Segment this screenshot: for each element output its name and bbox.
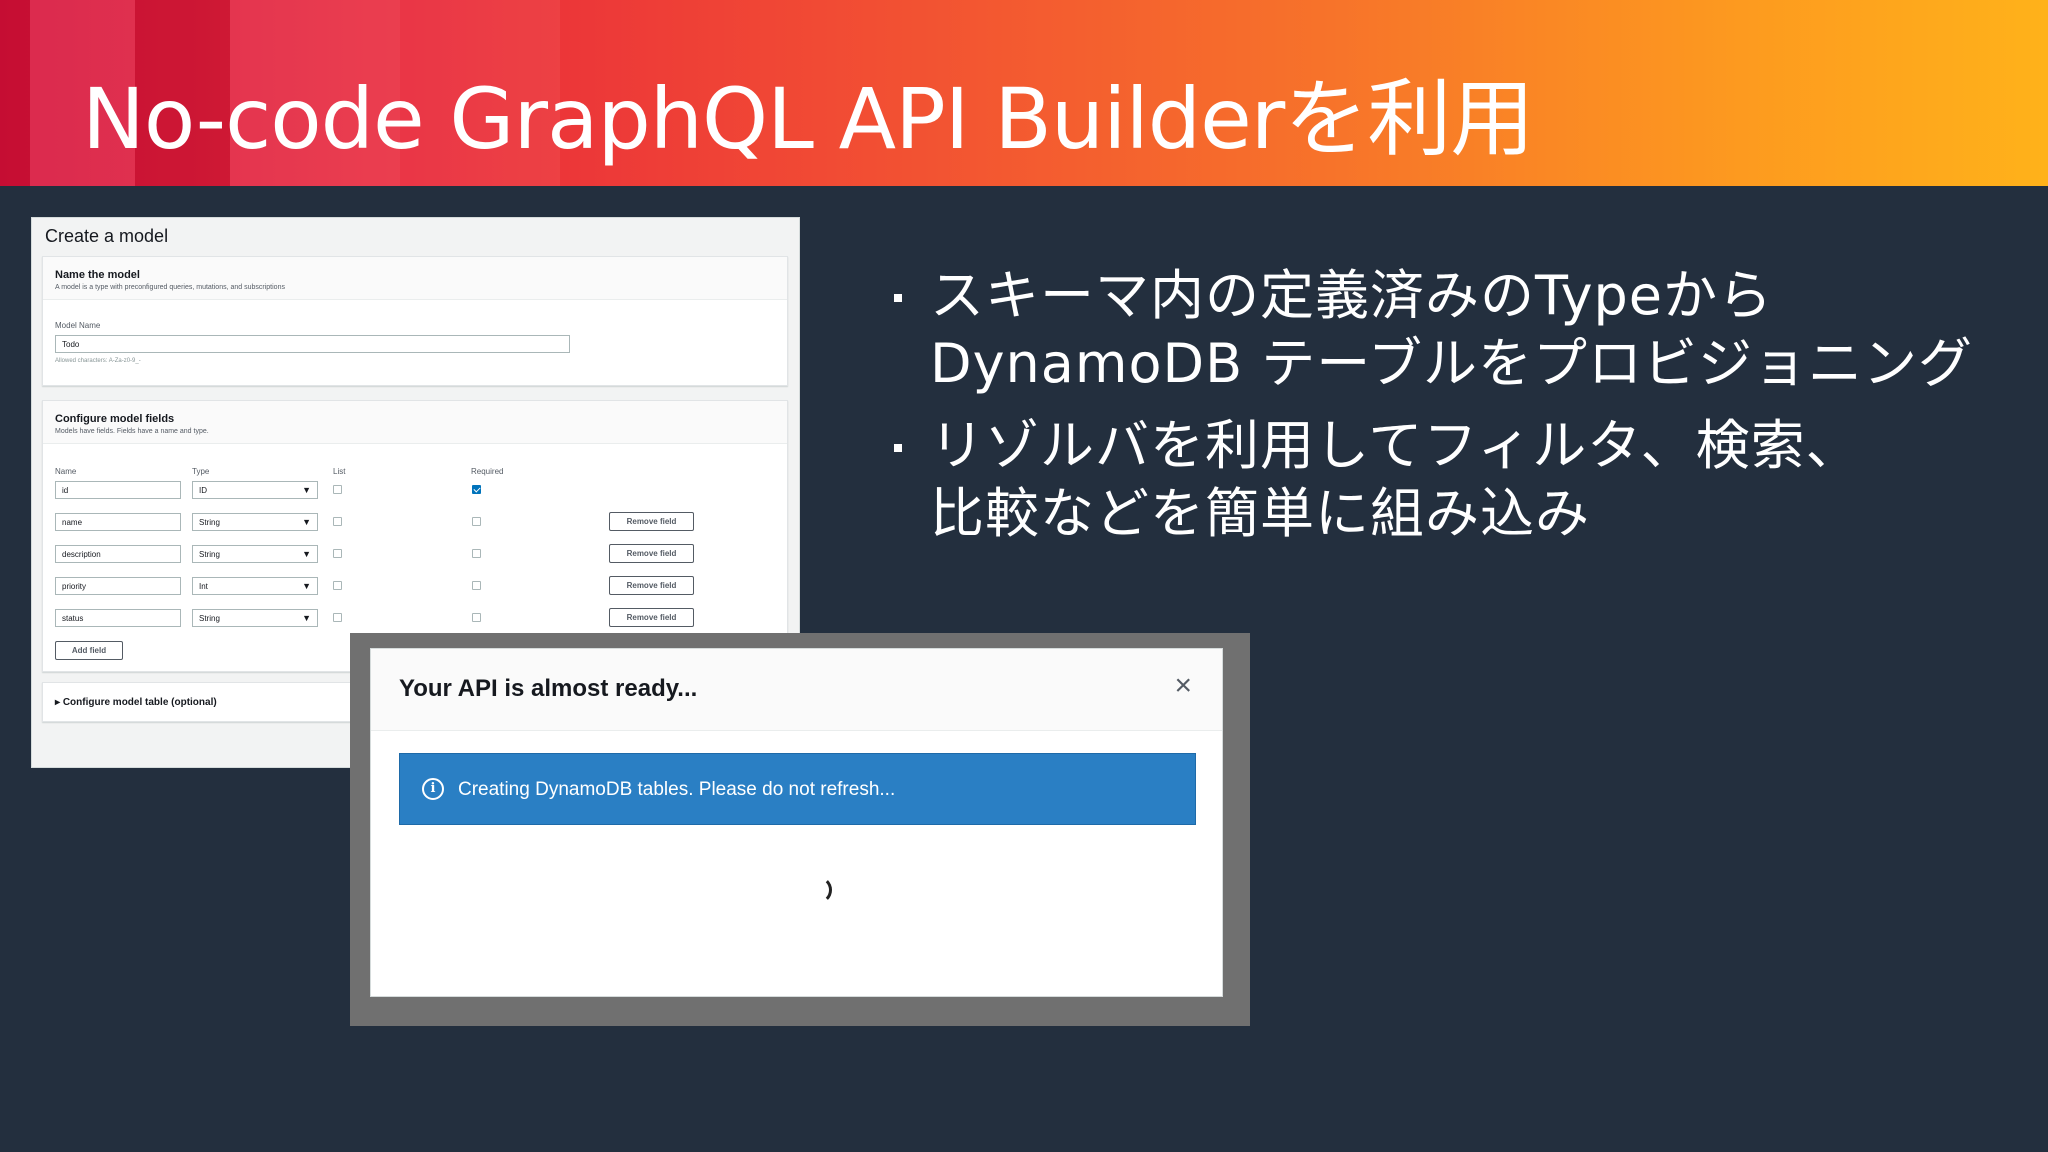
field-name-input[interactable]: priority [55,577,181,595]
bullet-item: リゾルバを利用してフィルタ、検索、 比較などを簡単に組み込み [890,412,2010,548]
bullet-line: 比較などを簡単に組み込み [930,482,1590,545]
model-name-label: Model Name [55,321,101,330]
field-type-value: ID [199,486,207,495]
required-checkbox[interactable] [472,517,481,526]
list-checkbox[interactable] [333,549,342,558]
create-model-title: Create a model [45,226,169,246]
bullet-marker [894,444,902,452]
list-checkbox[interactable] [333,517,342,526]
list-checkbox[interactable] [333,613,342,622]
list-checkbox[interactable] [333,581,342,590]
bullet-line: スキーマ内の定義済みのTypeから [930,264,1774,327]
column-header-name: Name [55,467,77,476]
name-model-header: Name the model A model is a type with pr… [43,257,787,300]
remove-field-button[interactable]: Remove field [609,512,694,531]
add-field-button[interactable]: Add field [55,641,123,660]
model-fields-card: Configure model fields Models have field… [42,400,788,672]
field-type-value: String [199,550,220,559]
remove-field-button[interactable]: Remove field [609,608,694,627]
bullet-marker [894,294,902,302]
name-model-card: Name the model A model is a type with pr… [42,256,788,386]
modal-screenshot-frame: Your API is almost ready... × i Creating… [350,633,1250,1026]
remove-field-button[interactable]: Remove field [609,544,694,563]
field-name-input[interactable]: id [55,481,181,499]
field-type-value: Int [199,582,208,591]
alert-message: Creating DynamoDB tables. Please do not … [458,779,896,800]
field-type-value: String [199,614,220,623]
close-icon[interactable]: × [1174,671,1192,701]
bullet-line: DynamoDB テーブルをプロビジョニング [930,332,1974,395]
remove-field-button[interactable]: Remove field [609,576,694,595]
slide-title: No-code GraphQL API Builderを利用 [82,70,1534,168]
caret-down-icon: ▼ [302,517,311,527]
field-type-select[interactable]: Int ▼ [192,577,318,595]
required-checkbox[interactable] [472,613,481,622]
model-fields-description: Models have fields. Fields have a name a… [55,428,209,435]
model-name-hint: Allowed characters: A-Za-z0-9_- [55,358,141,364]
banner-stripe [0,0,30,186]
model-table-title: Configure model table (optional) [62,697,217,708]
caret-right-icon: ▸ [55,697,61,708]
field-type-value: String [199,518,220,527]
bullet-list: スキーマ内の定義済みのTypeから DynamoDB テーブルをプロビジョニング… [890,262,2010,562]
model-fields-header: Configure model fields Models have field… [43,401,787,444]
list-checkbox[interactable] [333,485,342,494]
field-name-input[interactable]: name [55,513,181,531]
column-header-required: Required [471,467,504,476]
name-model-title: Name the model [55,269,140,281]
column-header-type: Type [192,467,210,476]
loading-spinner-icon [804,876,832,904]
info-alert: i Creating DynamoDB tables. Please do no… [399,753,1196,825]
required-checkbox[interactable] [472,549,481,558]
info-icon: i [422,778,444,800]
model-table-expander[interactable]: ▸ Configure model table (optional) [55,697,217,708]
field-name-input[interactable]: status [55,609,181,627]
bullet-line: リゾルバを利用してフィルタ、検索、 [930,414,1861,477]
required-checkbox[interactable] [472,485,481,494]
caret-down-icon: ▼ [302,549,311,559]
field-type-select[interactable]: ID ▼ [192,481,318,499]
field-type-select[interactable]: String ▼ [192,545,318,563]
field-type-select[interactable]: String ▼ [192,513,318,531]
column-header-list: List [333,467,346,476]
field-type-select[interactable]: String ▼ [192,609,318,627]
caret-down-icon: ▼ [302,581,311,591]
bullet-item: スキーマ内の定義済みのTypeから DynamoDB テーブルをプロビジョニング [890,262,2010,398]
field-name-input[interactable]: description [55,545,181,563]
modal-title: Your API is almost ready... [399,675,698,702]
title-banner: No-code GraphQL API Builderを利用 [0,0,2048,186]
api-ready-modal: Your API is almost ready... × i Creating… [370,648,1223,997]
caret-down-icon: ▼ [302,613,311,623]
name-model-description: A model is a type with preconfigured que… [55,284,285,291]
caret-down-icon: ▼ [302,485,311,495]
model-name-input[interactable]: Todo [55,335,570,353]
required-checkbox[interactable] [472,581,481,590]
modal-header: Your API is almost ready... × [371,649,1222,731]
model-fields-title: Configure model fields [55,413,175,425]
